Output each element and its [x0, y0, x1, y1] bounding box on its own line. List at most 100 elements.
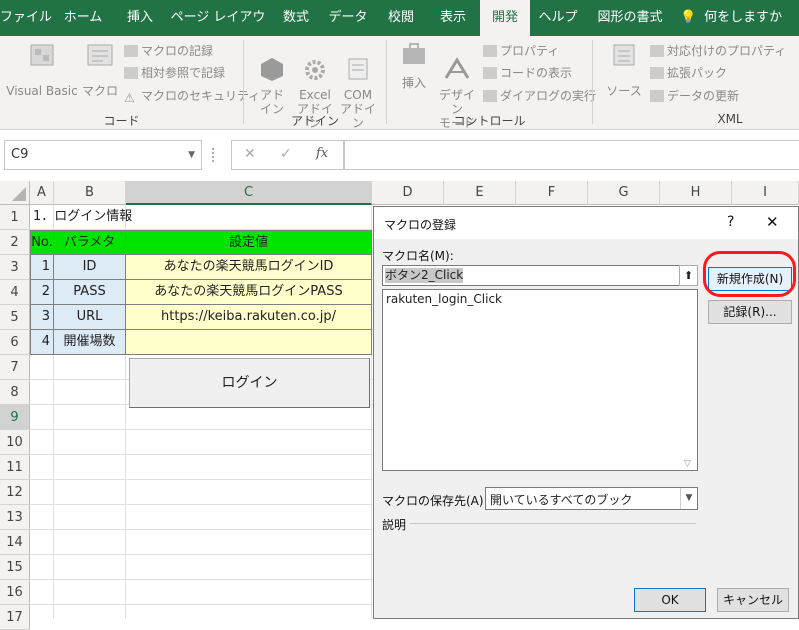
insert-control-button[interactable]: 挿入 [396, 42, 432, 90]
row-header[interactable]: 6 [0, 330, 30, 355]
row-no-cell[interactable]: 1 [30, 255, 54, 280]
cancel-entry-icon[interactable]: ✕ [244, 146, 256, 162]
tab-view[interactable]: 表示 [428, 0, 478, 36]
close-icon[interactable]: ✕ [766, 213, 779, 231]
row-header[interactable]: 7 [0, 355, 30, 380]
save-in-select[interactable]: 開いているすべてのブック ▼ [485, 487, 698, 510]
help-icon[interactable]: ? [727, 214, 734, 230]
map-properties-icon [650, 45, 664, 57]
row-header[interactable]: 10 [0, 430, 30, 455]
tab-home[interactable]: ホーム [52, 0, 114, 36]
warning-icon: ⚠ [124, 91, 135, 105]
enter-entry-icon[interactable]: ✓ [280, 146, 292, 162]
section-title-cell[interactable]: 1．ログイン情報 [31, 205, 371, 230]
macro-security-button[interactable]: ⚠ マクロのセキュリティ [124, 87, 260, 105]
tab-data[interactable]: データ [322, 0, 374, 36]
row-value-cell[interactable] [126, 330, 372, 355]
column-header-i[interactable]: I [732, 181, 799, 205]
row-header[interactable]: 2 [0, 230, 30, 255]
tab-insert[interactable]: 挿入 [114, 0, 166, 36]
xml-group-label: XML [717, 112, 743, 126]
insert-function-icon[interactable]: fx [316, 146, 328, 161]
row-header[interactable]: 16 [0, 580, 30, 605]
column-header-a[interactable]: A [30, 181, 54, 205]
macro-name-field[interactable]: ボタン2_Click ⬆ [382, 265, 698, 286]
design-mode-icon [444, 57, 470, 79]
row-header[interactable]: 14 [0, 530, 30, 555]
column-header-b[interactable]: B [54, 181, 126, 205]
row-no-cell[interactable]: 2 [30, 280, 54, 305]
collapse-dialog-icon[interactable]: ⬆ [679, 265, 698, 286]
ok-button[interactable]: OK [634, 588, 706, 612]
macro-list[interactable]: rakuten_login_Click ▽ [382, 289, 698, 471]
row-header-selected[interactable]: 9 [0, 405, 30, 430]
row-param-cell[interactable]: 開催場数 [54, 330, 126, 355]
login-button[interactable]: ログイン [129, 358, 370, 408]
scroll-down-icon[interactable]: ▽ [684, 459, 691, 469]
header-value-cell[interactable]: 設定値 [126, 230, 372, 255]
tab-review[interactable]: 校閲 [376, 0, 426, 36]
properties-button[interactable]: プロパティ [483, 42, 559, 60]
relative-reference-button[interactable]: 相対参照で記録 [124, 64, 225, 82]
select-all-corner[interactable] [0, 181, 30, 205]
column-header-f[interactable]: F [516, 181, 588, 205]
row-header[interactable]: 8 [0, 380, 30, 405]
row-param-cell[interactable]: URL [54, 305, 126, 330]
visual-basic-icon [30, 44, 54, 66]
macros-button[interactable]: マクロ [82, 42, 118, 98]
column-header-d[interactable]: D [372, 181, 444, 205]
row-no-cell[interactable]: 4 [30, 330, 54, 355]
view-code-button[interactable]: コードの表示 [483, 64, 572, 82]
macro-list-item[interactable]: rakuten_login_Click [386, 292, 502, 306]
column-header-h[interactable]: H [660, 181, 732, 205]
tab-file[interactable]: ファイル [0, 0, 52, 36]
tab-developer[interactable]: 開発 [480, 0, 530, 36]
record-macro-dialog-button[interactable]: 記録(R)... [708, 300, 792, 324]
tab-page-layout[interactable]: ページ レイアウト [166, 0, 270, 61]
save-in-value: 開いているすべてのブック [490, 493, 633, 507]
run-dialog-button[interactable]: ダイアログの実行 [483, 87, 596, 105]
row-param-cell[interactable]: PASS [54, 280, 126, 305]
row-header[interactable]: 11 [0, 455, 30, 480]
row-param-cell[interactable]: ID [54, 255, 126, 280]
row-header[interactable]: 17 [0, 605, 30, 630]
map-properties-button[interactable]: 対応付けのプロパティ [650, 42, 786, 60]
code-group-label: コード [103, 114, 140, 128]
formula-input[interactable] [344, 140, 799, 170]
row-header[interactable]: 4 [0, 280, 30, 305]
column-header-g[interactable]: G [588, 181, 660, 205]
row-header[interactable]: 13 [0, 505, 30, 530]
column-header-c[interactable]: C [126, 181, 372, 205]
chevron-down-icon[interactable]: ▼ [188, 141, 195, 169]
row-no-cell[interactable]: 3 [30, 305, 54, 330]
tab-shape-format[interactable]: 図形の書式 [588, 0, 672, 36]
refresh-data-button[interactable]: データの更新 [650, 87, 739, 105]
visual-basic-button[interactable]: Visual Basic [6, 42, 78, 98]
header-no-cell[interactable]: No. [30, 230, 54, 255]
tell-me-search[interactable]: 💡 何をしますか [680, 0, 796, 36]
expansion-packs-button[interactable]: 拡張パック [650, 64, 727, 82]
header-param-cell[interactable]: パラメタ [54, 230, 126, 255]
row-value-cell[interactable]: あなたの楽天競馬ログインID [126, 255, 372, 280]
row-value-cell[interactable]: あなたの楽天競馬ログインPASS [126, 280, 372, 305]
description-label: 説明 [382, 518, 407, 532]
xml-source-button[interactable]: ソース [604, 42, 644, 98]
column-header-e[interactable]: E [444, 181, 516, 205]
formula-bar-grip [212, 148, 215, 162]
row-header[interactable]: 15 [0, 555, 30, 580]
name-box[interactable]: C9 ▼ [4, 140, 202, 170]
row-header[interactable]: 5 [0, 305, 30, 330]
list-scrollbar[interactable]: ▽ [681, 290, 697, 470]
cancel-button[interactable]: キャンセル [717, 588, 789, 612]
row-header[interactable]: 12 [0, 480, 30, 505]
record-macro-button[interactable]: マクロの記録 [124, 42, 213, 60]
dialog-title: マクロの登録 [384, 218, 457, 232]
row-header[interactable]: 1 [0, 205, 30, 230]
tab-formulas[interactable]: 数式 [272, 0, 320, 36]
macro-name-value: ボタン2_Click [385, 268, 464, 283]
row-value-cell[interactable]: https://keiba.rakuten.co.jp/ [126, 305, 372, 330]
tab-help[interactable]: ヘルプ [532, 0, 584, 36]
row-header[interactable]: 3 [0, 255, 30, 280]
chevron-down-icon[interactable]: ▼ [680, 488, 697, 509]
run-dialog-icon [483, 90, 497, 102]
